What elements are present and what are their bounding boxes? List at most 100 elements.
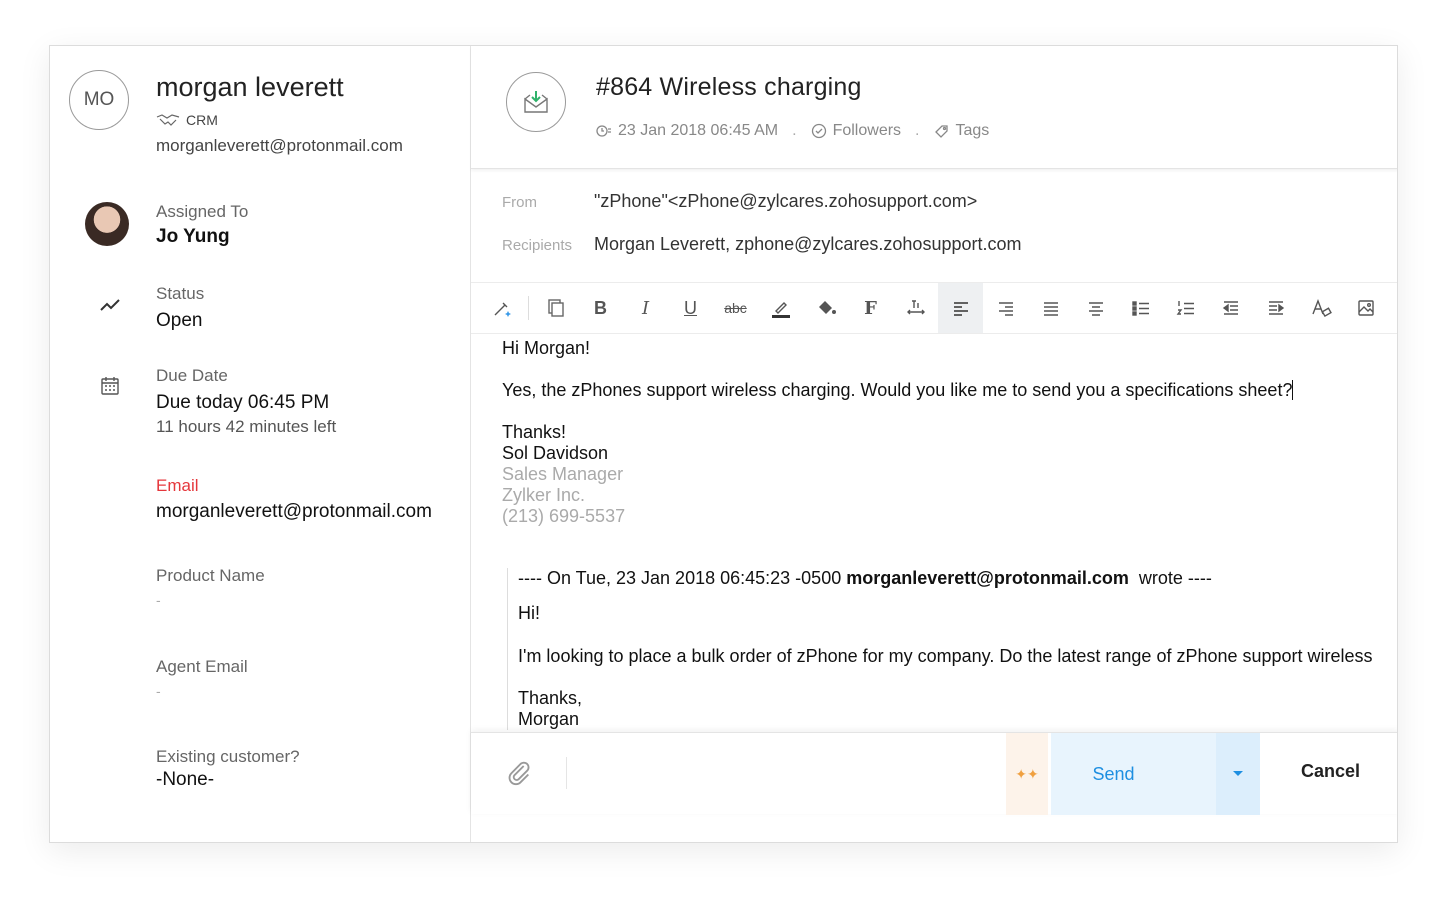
send-button[interactable]: Send	[1051, 733, 1216, 815]
product-name-label: Product Name	[156, 566, 265, 585]
cancel-button[interactable]: Cancel	[1301, 761, 1360, 782]
ticket-title: #864 Wireless charging	[596, 73, 862, 101]
paperclip-icon[interactable]	[505, 759, 533, 787]
align-right-button[interactable]	[983, 283, 1028, 333]
italic-icon: I	[641, 297, 650, 319]
product-name-field[interactable]: Product Name -	[156, 566, 265, 608]
contact-avatar: MO	[69, 70, 129, 130]
background-color-button[interactable]	[803, 283, 848, 333]
compose-footer: ✦✦ Send Cancel	[471, 732, 1397, 815]
align-justify-icon	[1043, 302, 1058, 316]
followers-link[interactable]: Followers	[833, 122, 901, 140]
contact-email[interactable]: morganleverett@protonmail.com	[156, 136, 403, 156]
signature-name: Sol Davidson	[502, 443, 609, 463]
meta-separator: .	[915, 122, 920, 139]
due-date-value: Due today 06:45 PM	[156, 392, 330, 413]
contact-panel: MO morgan leverett CRM morganleverett@pr…	[50, 46, 471, 842]
clear-format-button[interactable]	[1298, 283, 1343, 333]
existing-customer-field[interactable]: Existing customer? -None-	[156, 747, 300, 791]
image-icon	[1357, 300, 1374, 316]
strikethrough-button[interactable]: abc	[713, 283, 758, 333]
from-value[interactable]: "zPhone"<zPhone@zylcares.zohosupport.com…	[594, 191, 977, 212]
send-options-button[interactable]	[1216, 733, 1260, 815]
agent-avatar	[85, 202, 129, 246]
contact-name[interactable]: morgan leverett	[156, 72, 344, 103]
email-label: Email	[156, 476, 199, 495]
agent-email-value: -	[156, 683, 161, 699]
agent-email-field[interactable]: Agent Email -	[156, 657, 248, 699]
quote-header-suffix: wrote ----	[1138, 568, 1212, 588]
ticket-card: MO morgan leverett CRM morganleverett@pr…	[49, 45, 1398, 843]
status-value: Open	[156, 310, 203, 331]
quote-name: Morgan	[518, 709, 580, 729]
bold-button[interactable]: B	[578, 283, 623, 333]
product-name-value: -	[156, 592, 161, 608]
thanks-line: Thanks!	[502, 422, 567, 442]
followers-check-icon	[811, 123, 826, 139]
numbered-list-button[interactable]	[1163, 283, 1208, 333]
clear-format-icon	[1311, 299, 1332, 318]
signature-title: Sales Manager	[502, 464, 624, 484]
underline-button[interactable]: U	[668, 283, 713, 333]
text-size-icon	[906, 300, 925, 315]
calendar-icon	[101, 377, 119, 395]
existing-customer-value: -None-	[156, 769, 215, 790]
quote-thanks: Thanks,	[518, 688, 583, 708]
envelope-download-icon	[524, 91, 548, 113]
align-center-button[interactable]	[1073, 283, 1118, 333]
email-field[interactable]: Email morganleverett@protonmail.com	[156, 476, 432, 523]
quote-header-email: morganleverett@protonmail.com	[846, 568, 1129, 588]
reply-line: Yes, the zPhones support wireless chargi…	[502, 380, 1392, 401]
copy-format-button[interactable]	[533, 283, 578, 333]
reply-text: Yes, the zPhones support wireless chargi…	[502, 380, 1293, 400]
from-row[interactable]: From "zPhone"<zPhone@zylcares.zohosuppor…	[502, 191, 977, 212]
font-button[interactable]: F	[848, 283, 893, 333]
magic-format-button[interactable]	[479, 283, 524, 333]
align-left-button[interactable]	[938, 283, 983, 333]
quote-header: ---- On Tue, 23 Jan 2018 06:45:23 -0500 …	[518, 568, 1397, 589]
text-color-button[interactable]	[758, 283, 803, 333]
strikethrough-icon: abc	[724, 300, 747, 316]
numbered-list-icon	[1176, 301, 1194, 315]
font-icon: F	[864, 297, 877, 319]
quote-hi: Hi!	[518, 603, 540, 623]
indent-button[interactable]	[1253, 283, 1298, 333]
handshake-icon	[156, 114, 180, 126]
crm-source: CRM	[156, 112, 218, 128]
sparkle-icon: ✦✦	[1015, 765, 1039, 782]
tags-link[interactable]: Tags	[956, 122, 990, 140]
clock-icon	[596, 125, 611, 137]
recipients-value[interactable]: Morgan Leverett, zphone@zylcares.zohosup…	[594, 234, 1022, 255]
quote-body: I'm looking to place a bulk order of zPh…	[518, 646, 1373, 666]
bullet-list-button[interactable]	[1118, 283, 1163, 333]
signature-phone: (213) 699-5537	[502, 506, 626, 526]
ticket-panel: #864 Wireless charging 23 Jan 2018 06:45…	[471, 46, 1397, 842]
due-date-remaining: 11 hours 42 minutes left	[156, 417, 337, 436]
italic-button[interactable]: I	[623, 283, 668, 333]
quote-header-prefix: ---- On Tue, 23 Jan 2018 06:45:23 -0500	[518, 568, 842, 588]
due-date-field[interactable]: Due Date Due today 06:45 PM 11 hours 42 …	[156, 366, 336, 437]
status-trend-icon	[100, 299, 120, 311]
existing-customer-label: Existing customer?	[156, 747, 300, 766]
reply-editor[interactable]: Hi Morgan! Yes, the zPhones support wire…	[502, 338, 1392, 527]
recipients-row[interactable]: Recipients Morgan Leverett, zphone@zylca…	[502, 234, 1022, 255]
ticket-datetime: 23 Jan 2018 06:45 AM	[618, 122, 779, 139]
signature-company: Zylker Inc.	[502, 485, 586, 505]
recipients-label: Recipients	[502, 237, 573, 254]
font-size-button[interactable]	[893, 283, 938, 333]
agent-email-label: Agent Email	[156, 657, 248, 676]
greeting-line: Hi Morgan!	[502, 338, 591, 358]
zia-assist-button[interactable]: ✦✦	[1006, 733, 1048, 815]
copy-icon	[547, 299, 564, 317]
insert-image-button[interactable]	[1343, 283, 1388, 333]
editor-toolbar: B I U abc F	[471, 282, 1397, 334]
bold-icon: B	[594, 297, 607, 318]
assigned-field[interactable]: Assigned To Jo Yung	[156, 202, 248, 248]
magic-wand-icon	[494, 302, 511, 317]
status-field[interactable]: Status Open	[156, 284, 204, 332]
compose-address-block: From "zPhone"<zPhone@zylcares.zohosuppor…	[471, 171, 1397, 281]
from-label: From	[502, 194, 537, 211]
outdent-button[interactable]	[1208, 283, 1253, 333]
quoted-message: ---- On Tue, 23 Jan 2018 06:45:23 -0500 …	[507, 568, 1397, 730]
justify-button[interactable]	[1028, 283, 1073, 333]
